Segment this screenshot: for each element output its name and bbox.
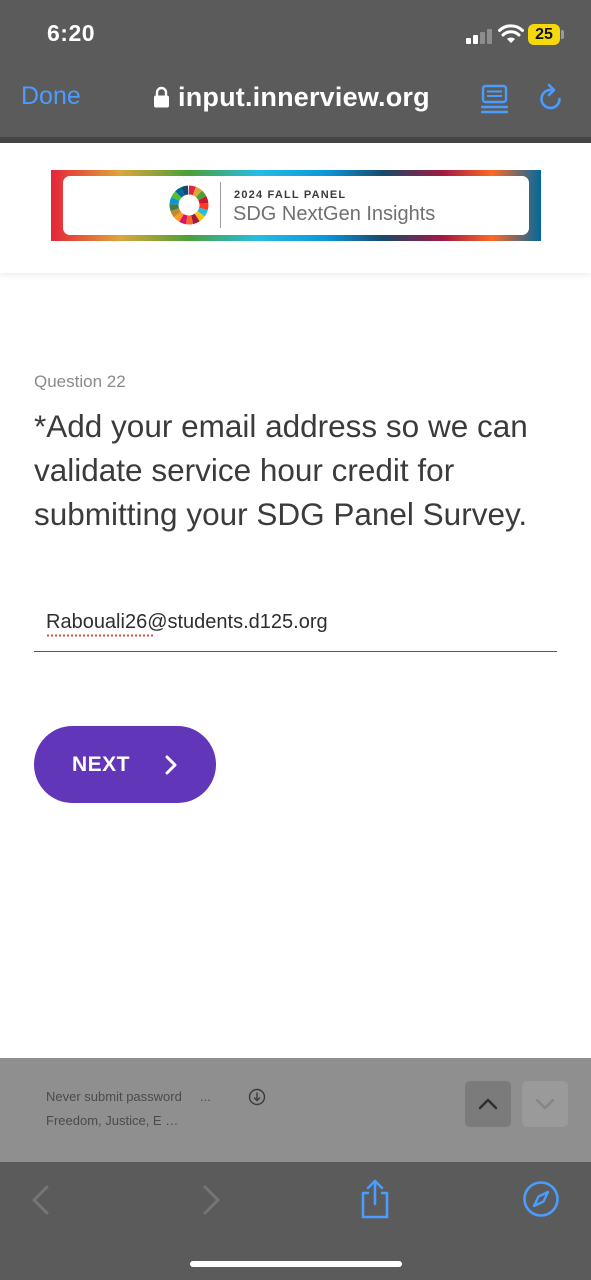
forward-icon[interactable] <box>200 1184 222 1216</box>
autofill-ellipsis: ... <box>200 1089 211 1104</box>
next-button[interactable]: NEXT <box>34 726 216 803</box>
done-button[interactable]: Done <box>21 82 81 111</box>
banner-separator <box>220 182 221 228</box>
reload-icon[interactable] <box>537 83 565 113</box>
panel-banner: 2024 FALL PANEL SDG NextGen Insights <box>51 170 541 241</box>
sdg-wheel-icon <box>169 185 209 225</box>
autofill-suggestion-subtitle[interactable]: Freedom, Justice, E … <box>46 1113 178 1128</box>
chevron-up-icon <box>478 1098 498 1110</box>
share-icon[interactable] <box>358 1178 392 1220</box>
battery-tip <box>561 30 564 39</box>
chevron-right-icon <box>165 755 177 774</box>
wifi-icon <box>498 24 524 43</box>
back-icon[interactable] <box>30 1184 52 1216</box>
browser-top-bar: 6:20 25 Done input.innerview.org <box>0 0 591 143</box>
status-time: 6:20 <box>47 20 96 46</box>
banner-card: 2024 FALL PANEL SDG NextGen Insights <box>63 176 529 235</box>
spellcheck-underline <box>46 634 153 637</box>
autofill-suggestion-title[interactable]: Never submit password <box>46 1089 182 1104</box>
compass-icon[interactable] <box>522 1180 560 1218</box>
chevron-down-icon <box>535 1098 555 1110</box>
lock-icon <box>154 86 169 108</box>
download-icon[interactable] <box>248 1088 266 1106</box>
email-field[interactable] <box>34 598 557 652</box>
reader-icon[interactable] <box>481 84 508 114</box>
previous-field-button[interactable] <box>465 1081 511 1127</box>
signal-icon <box>466 28 494 44</box>
url-text: input.innerview.org <box>178 81 430 112</box>
battery-icon: 25 <box>528 24 560 45</box>
banner-kicker: 2024 FALL PANEL <box>234 189 347 201</box>
page-header: 2024 FALL PANEL SDG NextGen Insights <box>0 143 591 273</box>
url-bar[interactable]: input.innerview.org <box>153 80 430 114</box>
email-input[interactable] <box>34 598 557 646</box>
next-label: NEXT <box>72 752 131 776</box>
next-field-button[interactable] <box>522 1081 568 1127</box>
banner-title: SDG NextGen Insights <box>233 203 436 225</box>
autofill-bar: Never submit password ... Freedom, Justi… <box>0 1058 591 1162</box>
question-text: *Add your email address so we can valida… <box>34 408 528 532</box>
question-number: Question 22 <box>34 372 126 391</box>
home-indicator[interactable] <box>190 1261 402 1267</box>
